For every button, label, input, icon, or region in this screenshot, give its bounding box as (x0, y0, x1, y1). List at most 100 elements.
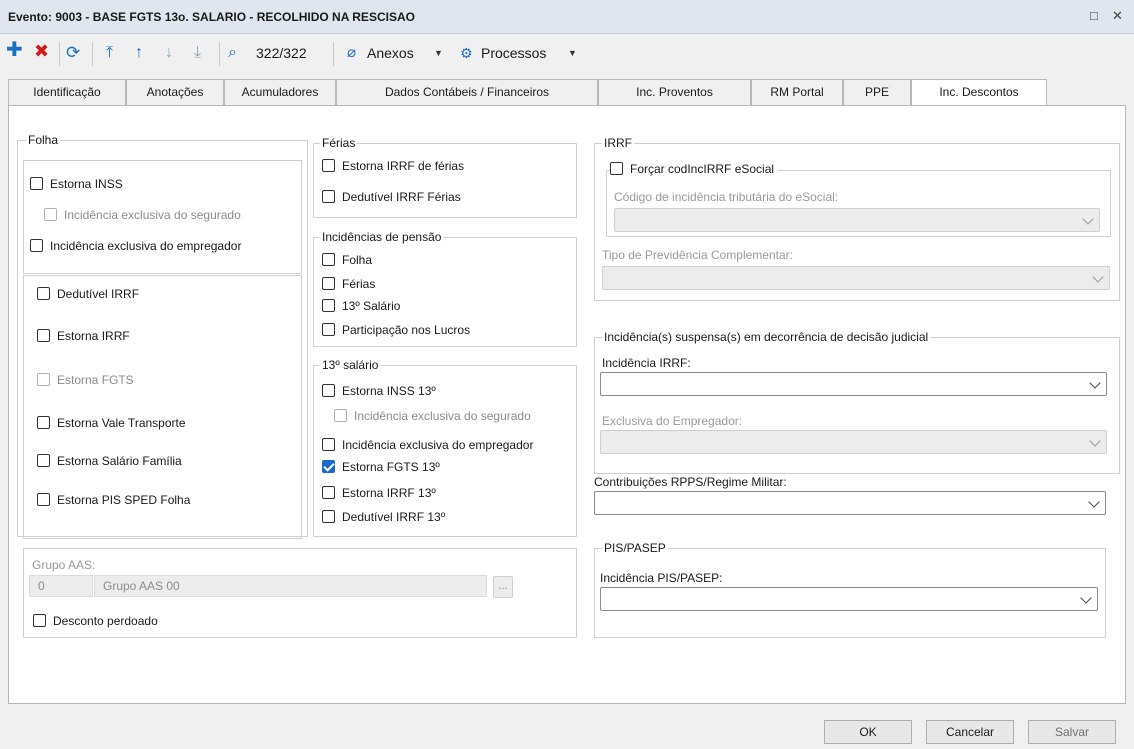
pensao-legend: Incidências de pensão (320, 230, 444, 244)
processos-menu[interactable]: Processos (481, 42, 546, 64)
rpps-select[interactable] (594, 491, 1106, 515)
estorna-vale-transporte-checkbox[interactable]: Estorna Vale Transporte (37, 415, 186, 433)
checkbox-label: Incidência exclusiva do empregador (342, 438, 534, 452)
checkbox-box (322, 323, 335, 336)
paperclip-icon[interactable]: ⌀ (347, 42, 356, 64)
checkbox-label: Dedutível IRRF 13º (342, 510, 446, 524)
first-record-icon[interactable]: ⤒ (106, 42, 113, 64)
inc-exclusiva-empregador-checkbox[interactable]: Incidência exclusiva do empregador (30, 238, 241, 256)
exclusiva-empregador-select[interactable] (600, 430, 1107, 454)
inc-exclusiva-segurado-checkbox[interactable]: Incidência exclusiva do segurado (44, 207, 241, 225)
next-record-icon[interactable]: ↓ (165, 42, 173, 64)
search-icon[interactable]: ⌕ (228, 42, 237, 64)
checkbox-label: Estorna IRRF (57, 329, 130, 343)
tab-identificacao[interactable]: Identificação (8, 79, 126, 105)
grupo-aas-name-field[interactable]: Grupo AAS 00 (94, 575, 487, 597)
pensao-folha-checkbox[interactable]: Folha (322, 252, 372, 270)
tipo-previdencia-label: Tipo de Previdência Complementar: (602, 248, 793, 262)
estorna-fgts-checkbox[interactable]: Estorna FGTS (37, 372, 134, 390)
inc-exclusiva-segurado-13-checkbox[interactable]: Incidência exclusiva do segurado (334, 408, 531, 426)
tab-panel: Folha Estorna INSS Incidência exclusiva … (8, 105, 1126, 704)
checkbox-label: Dedutível IRRF Férias (342, 190, 461, 204)
codigo-incidencia-select[interactable] (614, 208, 1100, 232)
toolbar: ✚ ✖ ⟳ ⤒ ↑ ↓ ⤓ ⌕ 322/322 ⌀ Anexos ▼ ⚙ Pro… (0, 34, 1134, 72)
estorna-irrf-ferias-checkbox[interactable]: Estorna IRRF de férias (322, 158, 464, 176)
checkbox-label: Estorna INSS (50, 177, 123, 191)
grupo-aas-lookup-button[interactable]: ... (493, 576, 513, 598)
refresh-icon[interactable]: ⟳ (66, 42, 80, 64)
anexos-menu[interactable]: Anexos (367, 42, 414, 64)
checkbox-box (37, 454, 50, 467)
inc-exclusiva-empregador-13-checkbox[interactable]: Incidência exclusiva do empregador (322, 437, 533, 455)
pensao-plr-checkbox[interactable]: Participação nos Lucros (322, 322, 470, 340)
pensao-ferias-checkbox[interactable]: Férias (322, 276, 375, 294)
incidencia-pis-select[interactable] (600, 587, 1098, 611)
checkbox-label: Folha (342, 253, 373, 267)
checkbox-label: Estorna Salário Família (57, 454, 182, 468)
chevron-down-icon[interactable]: ▼ (568, 42, 577, 64)
ferias-legend: Férias (320, 136, 358, 150)
checkbox-box-checked (322, 460, 335, 473)
dedutivel-irrf-13-checkbox[interactable]: Dedutível IRRF 13º (322, 509, 445, 527)
checkbox-box (322, 384, 335, 397)
maximize-icon[interactable]: □ (1090, 8, 1098, 23)
tipo-previdencia-select[interactable] (602, 266, 1110, 290)
record-counter[interactable]: 322/322 (256, 42, 307, 64)
tab-acumuladores[interactable]: Acumuladores (224, 79, 336, 105)
ok-button[interactable]: OK (824, 720, 912, 744)
checkbox-label: Incidência exclusiva do segurado (354, 409, 531, 423)
tab-dados-contabeis[interactable]: Dados Contábeis / Financeiros (336, 79, 598, 105)
last-record-icon[interactable]: ⤓ (194, 42, 201, 64)
add-icon[interactable]: ✚ (6, 39, 23, 61)
tab-ppe[interactable]: PPE (843, 79, 911, 105)
grupo-aas-label: Grupo AAS: (32, 558, 96, 572)
delete-icon[interactable]: ✖ (34, 40, 49, 62)
tab-anotacoes[interactable]: Anotações (126, 79, 224, 105)
checkbox-box (322, 190, 335, 203)
checkbox-label: Incidência exclusiva do empregador (50, 239, 242, 253)
dedutivel-irrf-checkbox[interactable]: Dedutível IRRF (37, 286, 139, 304)
chevron-down-icon (1089, 377, 1101, 389)
incidencia-irrf-label: Incidência IRRF: (602, 356, 691, 370)
checkbox-box (322, 510, 335, 523)
toolbar-separator (92, 42, 93, 66)
chevron-down-icon (1082, 213, 1094, 225)
estorna-salario-familia-checkbox[interactable]: Estorna Salário Família (37, 453, 182, 471)
pis-legend: PIS/PASEP (602, 541, 668, 555)
desconto-perdoado-checkbox[interactable]: Desconto perdoado (33, 613, 158, 631)
cancel-button[interactable]: Cancelar (926, 720, 1014, 744)
checkbox-box (37, 493, 50, 506)
save-button[interactable]: Salvar (1028, 720, 1116, 744)
estorna-irrf-13-checkbox[interactable]: Estorna IRRF 13º (322, 485, 436, 503)
estorna-inss-13-checkbox[interactable]: Estorna INSS 13º (322, 383, 436, 401)
checkbox-box (322, 159, 335, 172)
toolbar-separator (219, 42, 220, 66)
estorna-inss-checkbox[interactable]: Estorna INSS (30, 176, 123, 194)
chevron-down-icon[interactable]: ▼ (434, 42, 443, 64)
previous-record-icon[interactable]: ↑ (135, 42, 143, 64)
forcar-codinc-checkbox[interactable]: Forçar codIncIRRF eSocial (610, 161, 779, 179)
checkbox-box (322, 277, 335, 290)
tab-rm-portal[interactable]: RM Portal (751, 79, 843, 105)
checkbox-box (37, 329, 50, 342)
gear-icon[interactable]: ⚙ (460, 42, 473, 64)
estorna-irrf-checkbox[interactable]: Estorna IRRF (37, 328, 130, 346)
close-icon[interactable]: ✕ (1112, 8, 1123, 24)
checkbox-box (322, 486, 335, 499)
grupo-aas-code-field[interactable]: 0 (29, 575, 93, 597)
checkbox-box (37, 287, 50, 300)
incidencia-irrf-select[interactable] (600, 372, 1107, 396)
checkbox-box (322, 253, 335, 266)
checkbox-box (322, 299, 335, 312)
checkbox-label: Estorna IRRF de férias (342, 159, 465, 173)
checkbox-label: Estorna IRRF 13º (342, 486, 436, 500)
checkbox-label: Estorna FGTS 13º (342, 460, 440, 474)
estorna-pis-sped-checkbox[interactable]: Estorna PIS SPED Folha (37, 492, 190, 510)
tab-inc-proventos[interactable]: Inc. Proventos (598, 79, 751, 105)
checkbox-box (30, 239, 43, 252)
dedutivel-irrf-ferias-checkbox[interactable]: Dedutível IRRF Férias (322, 189, 461, 207)
folha-legend: Folha (26, 133, 61, 147)
estorna-fgts-13-checkbox[interactable]: Estorna FGTS 13º (322, 459, 440, 477)
tab-inc-descontos[interactable]: Inc. Descontos (911, 79, 1047, 106)
pensao-decimo-checkbox[interactable]: 13º Salário (322, 298, 400, 316)
